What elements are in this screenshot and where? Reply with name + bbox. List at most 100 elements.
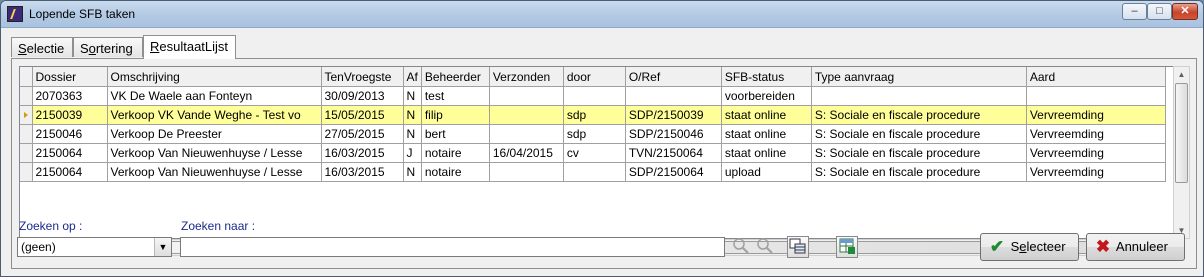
- cell-af: N: [403, 162, 422, 182]
- title-bar: Lopende SFB taken – □ ✕: [1, 1, 1203, 28]
- table-row[interactable]: 2150064 Verkoop Van Nieuwenhuyse / Lesse…: [20, 143, 1166, 163]
- cell-af: J: [403, 143, 422, 163]
- excel-export-icon[interactable]: [836, 236, 858, 258]
- result-grid[interactable]: Dossier Omschrijving TenVroegste Af Behe…: [19, 66, 1180, 239]
- cell-verzonden: [489, 162, 564, 182]
- app-icon: [7, 6, 23, 22]
- cell-dossier: 2150064: [32, 162, 108, 182]
- selecteer-prefix: S: [1010, 239, 1020, 254]
- zoeken-naar-input[interactable]: [180, 237, 725, 257]
- tab-selectie-mnemonic: S: [18, 41, 27, 56]
- tab-selectie-label: electie: [26, 41, 65, 56]
- header-row: Dossier Omschrijving TenVroegste Af Behe…: [20, 67, 1166, 87]
- checkmark-icon: ✔: [989, 237, 1005, 256]
- column-header[interactable]: Omschrijving: [107, 67, 322, 87]
- close-button[interactable]: ✕: [1172, 3, 1198, 20]
- zoeken-op-value: (geen): [21, 240, 56, 254]
- cell-oref: [625, 86, 722, 106]
- vertical-scroll-thumb[interactable]: [1175, 83, 1188, 183]
- column-header[interactable]: Af: [403, 67, 422, 87]
- cell-type-aanvraag: S: Sociale en fiscale procedure: [811, 143, 1027, 163]
- search-next-icon[interactable]: [754, 236, 776, 258]
- cell-omschrijving: VK De Waele aan Fonteyn: [107, 86, 322, 106]
- cell-dossier: 2150039: [32, 105, 108, 125]
- selecteer-button[interactable]: ✔ Selecteer: [980, 233, 1079, 261]
- vertical-scrollbar[interactable]: ▲ ▼: [1173, 66, 1190, 239]
- cell-tenvroegste: 15/05/2015: [321, 105, 404, 125]
- cell-dossier: 2070363: [32, 86, 108, 106]
- column-header[interactable]: Aard: [1026, 67, 1166, 87]
- table-row[interactable]: 2070363 VK De Waele aan Fonteyn 30/09/20…: [20, 86, 1166, 106]
- cell-verzonden: 16/04/2015: [489, 143, 564, 163]
- row-indicator-header: [20, 67, 33, 87]
- window-title: Lopende SFB taken: [29, 7, 136, 21]
- row-indicator: [20, 86, 33, 106]
- tab-sortering[interactable]: Sortering: [73, 37, 143, 57]
- row-indicator: [20, 105, 33, 125]
- column-header[interactable]: door: [563, 67, 626, 87]
- tab-resultaatlijst[interactable]: ResultaatLijst: [143, 35, 236, 59]
- x-icon: ✖: [1095, 237, 1111, 256]
- cell-door: sdp: [563, 124, 626, 144]
- cell-sfb-status: upload: [721, 162, 812, 182]
- annuleer-button[interactable]: ✖ Annuleer: [1086, 233, 1185, 261]
- cell-oref: TVN/2150064: [625, 143, 722, 163]
- tab-sortering-label: rtering: [95, 41, 133, 56]
- cell-omschrijving: Verkoop De Preester: [107, 124, 322, 144]
- row-indicator: [20, 124, 33, 144]
- column-header[interactable]: TenVroegste: [321, 67, 404, 87]
- cell-af: N: [403, 124, 422, 144]
- cell-door: sdp: [563, 105, 626, 125]
- cell-af: N: [403, 86, 422, 106]
- tab-selectie[interactable]: Selectie: [11, 37, 73, 57]
- cell-oref: SDP/2150064: [625, 162, 722, 182]
- maximize-button[interactable]: □: [1147, 3, 1172, 20]
- table-row[interactable]: 2150064 Verkoop Van Nieuwenhuyse / Lesse…: [20, 162, 1166, 182]
- cell-type-aanvraag: S: Sociale en fiscale procedure: [811, 162, 1027, 182]
- table-row-selected[interactable]: 2150039 Verkoop VK Vande Weghe - Test vo…: [20, 105, 1166, 125]
- search-prev-icon[interactable]: [730, 236, 752, 258]
- row-indicator: [20, 162, 33, 182]
- cell-tenvroegste: 16/03/2015: [321, 162, 404, 182]
- cell-omschrijving: Verkoop VK Vande Weghe - Test vo: [107, 105, 322, 125]
- cell-aard: Vervreemding: [1026, 143, 1166, 163]
- cell-beheerder: notaire: [421, 162, 490, 182]
- column-header[interactable]: Beheerder: [421, 67, 490, 87]
- column-header[interactable]: Type aanvraag: [811, 67, 1027, 87]
- current-row-arrow-icon: [24, 112, 28, 118]
- cell-omschrijving: Verkoop Van Nieuwenhuyse / Lesse: [107, 162, 322, 182]
- cell-beheerder: filip: [421, 105, 490, 125]
- annuleer-label: Annuleer: [1115, 239, 1168, 254]
- selecteer-label: lecteer: [1026, 239, 1066, 254]
- cell-aard: Vervreemding: [1026, 162, 1166, 182]
- main-window: Lopende SFB taken – □ ✕ Selectie Sorteri…: [0, 0, 1204, 277]
- selecteer-mnemonic: e: [1019, 239, 1027, 254]
- cell-aard: Vervreemding: [1026, 105, 1166, 125]
- column-header[interactable]: Verzonden: [489, 67, 564, 87]
- tab-resultaatlijst-label: esultaatLijst: [159, 39, 229, 54]
- cell-door: [563, 162, 626, 182]
- minimize-button[interactable]: –: [1122, 3, 1147, 20]
- cell-aard: Vervreemding: [1026, 124, 1166, 144]
- column-header[interactable]: SFB-status: [721, 67, 812, 87]
- column-header[interactable]: O/Ref: [625, 67, 722, 87]
- column-header[interactable]: Dossier: [32, 67, 108, 87]
- cell-beheerder: test: [421, 86, 490, 106]
- cell-tenvroegste: 27/05/2015: [321, 124, 404, 144]
- cell-sfb-status: staat online: [721, 105, 812, 125]
- cell-door: cv: [563, 143, 626, 163]
- cell-beheerder: bert: [421, 124, 490, 144]
- cell-oref: SDP/2150046: [625, 124, 722, 144]
- cell-sfb-status: voorbereiden: [721, 86, 812, 106]
- copy-grid-icon[interactable]: [787, 236, 809, 258]
- zoeken-op-select[interactable]: (geen) ▼: [17, 237, 172, 257]
- cell-tenvroegste: 16/03/2015: [321, 143, 404, 163]
- cell-sfb-status: staat online: [721, 143, 812, 163]
- table-row[interactable]: 2150046 Verkoop De Preester 27/05/2015 N…: [20, 124, 1166, 144]
- chevron-down-icon[interactable]: ▼: [154, 238, 171, 256]
- cell-af: N: [403, 105, 422, 125]
- scroll-up-icon[interactable]: ▲: [1174, 67, 1189, 82]
- tab-sortering-prefix: S: [80, 41, 89, 56]
- zoeken-naar-label: Zoeken naar :: [181, 219, 256, 233]
- cell-type-aanvraag: S: Sociale en fiscale procedure: [811, 105, 1027, 125]
